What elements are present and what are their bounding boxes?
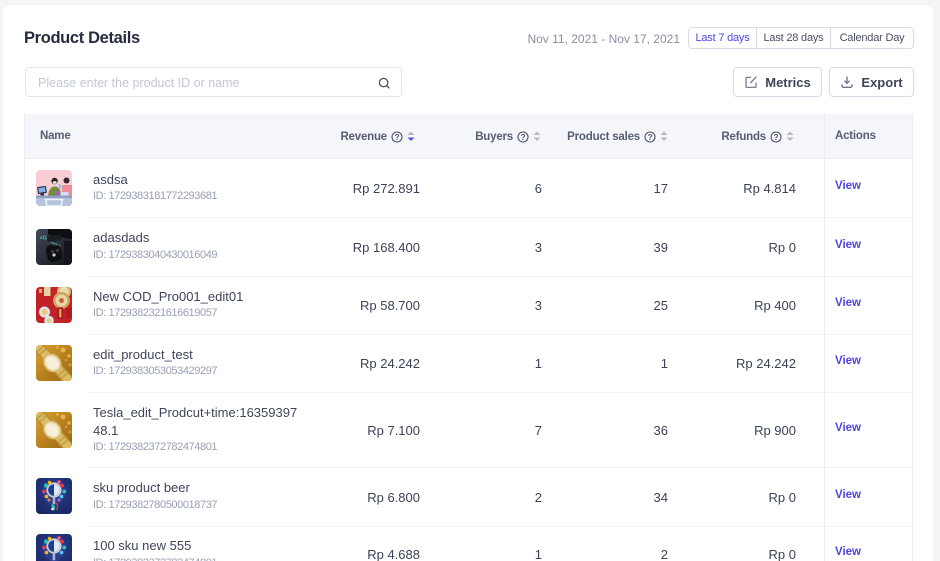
svg-text:×G: ×G xyxy=(40,236,48,242)
svg-text:?: ? xyxy=(395,132,400,141)
svg-text:?: ? xyxy=(521,132,526,141)
svg-text:?: ? xyxy=(648,132,653,141)
svg-text:?: ? xyxy=(774,132,779,141)
svg-text:King: King xyxy=(53,242,61,247)
